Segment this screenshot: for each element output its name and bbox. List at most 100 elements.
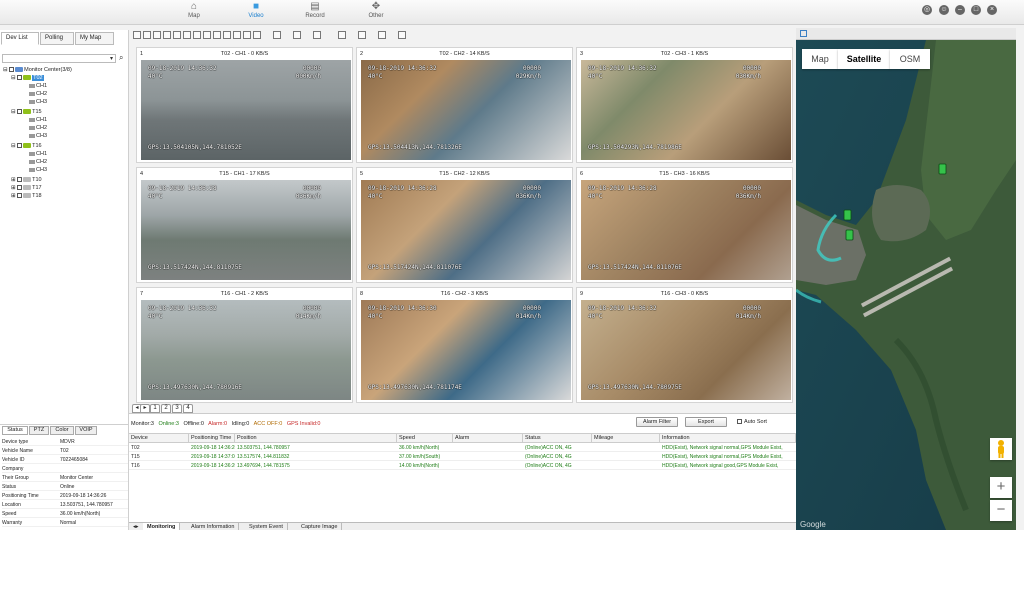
bottom-tab[interactable]: Alarm Information <box>187 523 240 530</box>
nav-other[interactable]: ✥ Other <box>351 0 401 25</box>
tree-channel[interactable]: CH3 <box>29 166 47 174</box>
tab-ptz[interactable]: PTZ <box>29 426 49 435</box>
table-column-header[interactable]: Status <box>523 434 592 443</box>
video-cell[interactable]: 5 T15 - CH2 - 12 KB/S 09-18-2019 14:36:28 4… <box>356 167 573 283</box>
search-icon[interactable]: ⌕ <box>119 53 123 63</box>
video-feed[interactable]: 09-18-2019 14:36:32 40°C 00000 014Km/h GPS:1… <box>141 300 351 400</box>
vehicle-marker[interactable] <box>843 209 852 221</box>
toolbar-button[interactable] <box>203 31 211 39</box>
tree-channel[interactable]: CH3 <box>29 98 47 106</box>
tree-device-t18[interactable]: ⊞ T18 <box>11 192 42 200</box>
toolbar-button[interactable] <box>233 31 241 39</box>
nav-video[interactable]: ■ Video <box>231 0 281 25</box>
tab-dev-list[interactable]: Dev List <box>1 32 39 45</box>
toolbar-button[interactable] <box>293 31 301 39</box>
video-feed[interactable]: 09-18-2019 14:36:28 40°C 00000 036Km/h GPS:1… <box>581 180 791 280</box>
toolbar-button[interactable] <box>253 31 261 39</box>
page-tab[interactable]: 1 <box>150 404 160 413</box>
checkbox[interactable] <box>17 75 23 81</box>
vehicle-marker[interactable] <box>938 163 947 175</box>
tree-device-t16[interactable]: ⊟ T16 <box>11 142 42 150</box>
tab-polling[interactable]: Polling <box>40 32 74 45</box>
checkbox[interactable] <box>17 185 23 191</box>
video-cell[interactable]: 1 T02 - CH1 - 0 KB/S 09-18-2019 14:36:32 40… <box>136 47 353 163</box>
map-window-icon[interactable] <box>800 30 807 37</box>
export-button[interactable]: Export <box>685 417 727 427</box>
users-icon[interactable]: ☺ <box>939 5 949 15</box>
checkbox[interactable] <box>17 143 23 149</box>
toolbar-button[interactable] <box>133 31 141 39</box>
checkbox[interactable] <box>737 419 742 425</box>
page-tab[interactable]: 4 <box>183 404 193 413</box>
tree-channel[interactable]: CH2 <box>29 158 47 166</box>
tree-channel[interactable]: CH1 <box>29 82 47 90</box>
auto-sort-checkbox[interactable]: Auto Sort <box>737 419 767 425</box>
video-feed[interactable]: 09-18-2019 14:36:28 40°C 00000 036Km/h GPS:1… <box>361 180 571 280</box>
close-icon[interactable]: × <box>987 5 997 15</box>
nav-record[interactable]: ▤ Record <box>290 0 340 25</box>
toolbar-button[interactable] <box>163 31 171 39</box>
toolbar-button[interactable] <box>213 31 221 39</box>
minimize-icon[interactable]: – <box>955 5 965 15</box>
table-column-header[interactable]: Position <box>235 434 397 443</box>
video-feed[interactable]: 09-18-2019 14:36:32 40°C 00000 000Km/h GPS:1… <box>141 60 351 160</box>
toolbar-button[interactable] <box>243 31 251 39</box>
tab-scroll-arrows-icon[interactable]: ◂▸ <box>129 523 144 530</box>
table-column-header[interactable]: Speed <box>397 434 453 443</box>
tree-channel[interactable]: CH2 <box>29 90 47 98</box>
satellite-map[interactable] <box>796 40 1016 530</box>
toolbar-button[interactable] <box>273 31 281 39</box>
table-column-header[interactable]: Alarm <box>453 434 523 443</box>
tab-my-map[interactable]: My Map <box>75 32 114 45</box>
video-cell[interactable]: 7 T16 - CH1 - 2 KB/S 09-18-2019 14:36:32 40… <box>136 287 353 403</box>
nav-map[interactable]: ⌂ Map <box>169 0 219 25</box>
maximize-icon[interactable]: □ <box>971 5 981 15</box>
page-tab[interactable]: 3 <box>172 404 182 413</box>
tree-root[interactable]: ⊟ Monitor Center(3/8) <box>3 66 72 74</box>
tree-device-t17[interactable]: ⊞ T17 <box>11 184 42 192</box>
tab-voip[interactable]: VOIP <box>75 426 97 435</box>
video-feed[interactable]: 09-18-2019 14:36:32 40°C 00000 030Km/h GPS:1… <box>581 60 791 160</box>
tree-device-t15[interactable]: ⊟ T15 <box>11 108 42 116</box>
next-page-icon[interactable]: ▸ <box>140 404 150 413</box>
toolbar-button[interactable] <box>358 31 366 39</box>
toolbar-button[interactable] <box>173 31 181 39</box>
tree-channel[interactable]: CH3 <box>29 132 47 140</box>
chevron-down-icon[interactable]: ▾ <box>110 55 113 64</box>
table-column-header[interactable]: Information <box>660 434 796 443</box>
video-feed[interactable]: 09-18-2019 14:36:28 40°C 00000 036Km/h GPS:1… <box>141 180 351 280</box>
toolbar-button[interactable] <box>153 31 161 39</box>
video-cell[interactable]: 8 T16 - CH2 - 3 KB/S 09-18-2019 14:36:30 40… <box>356 287 573 403</box>
video-cell[interactable]: 9 T16 - CH3 - 0 KB/S 09-18-2019 14:36:32 40… <box>576 287 793 403</box>
tab-color[interactable]: Color <box>50 426 74 435</box>
video-feed[interactable]: 09-18-2019 14:36:32 40°C 00000 014Km/h GPS:1… <box>581 300 791 400</box>
checkbox[interactable] <box>9 67 15 73</box>
device-search-input[interactable]: ▾ <box>2 54 116 63</box>
toolbar-button[interactable] <box>313 31 321 39</box>
video-cell[interactable]: 4 T15 - CH1 - 17 KB/S 09-18-2019 14:36:28 4… <box>136 167 353 283</box>
map-type-satellite[interactable]: Satellite <box>838 49 890 69</box>
toolbar-button[interactable] <box>338 31 346 39</box>
video-feed[interactable]: 09-18-2019 14:36:30 40°C 00000 014Km/h GPS:1… <box>361 300 571 400</box>
checkbox[interactable] <box>17 177 23 183</box>
video-feed[interactable]: 09-18-2019 14:36:32 40°C 00000 029Km/h GPS:1… <box>361 60 571 160</box>
bottom-tab[interactable]: System Event <box>245 523 288 530</box>
video-cell[interactable]: 2 T02 - CH2 - 14 KB/S 09-18-2019 14:36:32 4… <box>356 47 573 163</box>
checkbox[interactable] <box>17 193 23 199</box>
table-column-header[interactable]: Positioning Time <box>189 434 235 443</box>
globe-icon[interactable]: ◎ <box>922 5 932 15</box>
table-row[interactable]: T15 2019-09-18 14:37:03 13.517574, 144.811… <box>129 453 796 461</box>
zoom-out-button[interactable]: − <box>990 500 1012 521</box>
bottom-tab[interactable]: Monitoring <box>143 523 181 530</box>
video-cell[interactable]: 6 T15 - CH3 - 16 KB/S 09-18-2019 14:36:28 4… <box>576 167 793 283</box>
vehicle-marker[interactable] <box>845 229 854 241</box>
zoom-in-button[interactable]: + <box>990 477 1012 498</box>
toolbar-button[interactable] <box>193 31 201 39</box>
checkbox[interactable] <box>17 109 23 115</box>
bottom-tab[interactable]: Capture Image <box>297 523 343 530</box>
map-type-osm[interactable]: OSM <box>890 49 930 69</box>
tab-status[interactable]: Status <box>2 426 28 435</box>
tree-channel[interactable]: CH1 <box>29 150 47 158</box>
video-cell[interactable]: 3 T02 - CH3 - 1 KB/S 09-18-2019 14:36:32 40… <box>576 47 793 163</box>
table-row[interactable]: T16 2019-09-18 14:36:20 13.497694, 144.781… <box>129 462 796 470</box>
